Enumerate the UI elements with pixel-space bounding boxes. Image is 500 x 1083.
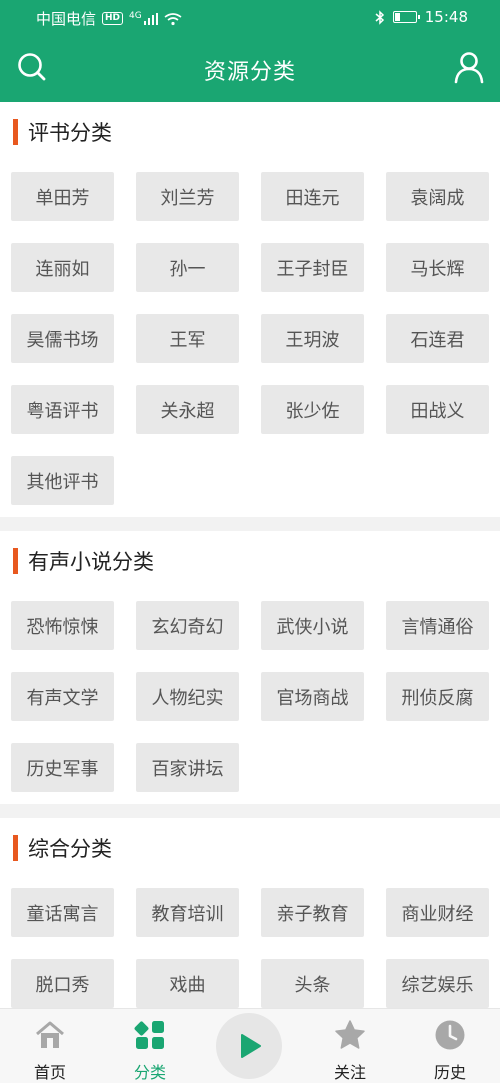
tab-label: 首页 — [33, 1063, 66, 1082]
section-title: 评书分类 — [28, 121, 112, 145]
tab-home[interactable]: 首页 — [10, 1009, 90, 1083]
category-tag[interactable]: 关永超 — [136, 385, 239, 434]
category-tag[interactable]: 官场商战 — [261, 672, 364, 721]
tag-grid: 单田芳 刘兰芳 田连元 袁阔成 连丽如 孙一 王子封臣 马长辉 昊儒书场 王军 … — [0, 162, 500, 517]
battery-icon — [392, 11, 420, 23]
section-marker — [13, 119, 18, 145]
clock-icon — [435, 1020, 465, 1050]
category-tag[interactable]: 田连元 — [261, 172, 364, 221]
category-tag[interactable]: 童话寓言 — [11, 888, 114, 937]
category-tag[interactable]: 王子封臣 — [261, 243, 364, 292]
category-tag[interactable]: 袁阔成 — [386, 172, 489, 221]
tab-category[interactable]: 分类 — [110, 1009, 190, 1083]
category-tag[interactable]: 石连君 — [386, 314, 489, 363]
section-novels: 有声小说分类 恐怖惊悚 玄幻奇幻 武侠小说 言情通俗 有声文学 人物纪实 官场商… — [0, 531, 500, 804]
category-tag[interactable]: 田战义 — [386, 385, 489, 434]
category-tag[interactable]: 刘兰芳 — [136, 172, 239, 221]
tab-label: 关注 — [333, 1063, 366, 1082]
tab-follow[interactable]: 关注 — [310, 1009, 390, 1083]
category-tag[interactable]: 其他评书 — [11, 456, 114, 505]
user-icon — [454, 52, 484, 84]
category-tag[interactable]: 头条 — [261, 959, 364, 1008]
tag-grid: 童话寓言 教育培训 亲子教育 商业财经 脱口秀 戏曲 头条 综艺娱乐 — [0, 878, 500, 1008]
category-tag[interactable]: 亲子教育 — [261, 888, 364, 937]
section-general: 综合分类 童话寓言 教育培训 亲子教育 商业财经 脱口秀 戏曲 头条 综艺娱乐 — [0, 818, 500, 1008]
signal-icon — [143, 12, 158, 25]
category-tag[interactable]: 昊儒书场 — [11, 314, 114, 363]
category-tag[interactable]: 粤语评书 — [11, 385, 114, 434]
category-tag[interactable]: 马长辉 — [386, 243, 489, 292]
section-header: 有声小说分类 — [0, 531, 500, 591]
tab-label: 分类 — [133, 1063, 166, 1082]
section-header: 评书分类 — [0, 102, 500, 162]
category-tag[interactable]: 孙一 — [136, 243, 239, 292]
category-tag[interactable]: 百家讲坛 — [136, 743, 239, 792]
section-divider — [0, 804, 500, 818]
category-tag[interactable]: 教育培训 — [136, 888, 239, 937]
hd-badge: HD — [102, 12, 124, 25]
category-tag[interactable]: 人物纪实 — [136, 672, 239, 721]
section-header: 综合分类 — [0, 818, 500, 878]
status-bar: 中国电信 HD 4G 15:48 — [0, 0, 500, 34]
section-marker — [13, 548, 18, 574]
category-icon — [134, 1021, 164, 1049]
carrier-name: 中国电信 — [36, 10, 97, 28]
category-tag[interactable]: 戏曲 — [136, 959, 239, 1008]
category-tag[interactable]: 综艺娱乐 — [386, 959, 489, 1008]
category-tag[interactable]: 商业财经 — [386, 888, 489, 937]
section-title: 有声小说分类 — [28, 550, 154, 574]
category-list: 评书分类 单田芳 刘兰芳 田连元 袁阔成 连丽如 孙一 王子封臣 马长辉 昊儒书… — [0, 102, 500, 1008]
clock-time: 15:48 — [424, 8, 468, 26]
category-tag[interactable]: 连丽如 — [11, 243, 114, 292]
category-tag[interactable]: 言情通俗 — [386, 601, 489, 650]
bluetooth-icon — [375, 9, 384, 25]
tab-history[interactable]: 历史 — [410, 1009, 490, 1083]
nav-bar: 资源分类 — [0, 34, 500, 102]
bottom-tab-bar: 首页 分类 关注 历史 — [0, 1008, 500, 1083]
category-tag[interactable]: 武侠小说 — [261, 601, 364, 650]
category-tag[interactable]: 张少佐 — [261, 385, 364, 434]
user-button[interactable] — [452, 50, 486, 84]
section-divider — [0, 517, 500, 531]
section-marker — [13, 835, 18, 861]
tag-grid: 恐怖惊悚 玄幻奇幻 武侠小说 言情通俗 有声文学 人物纪实 官场商战 刑侦反腐 … — [0, 591, 500, 804]
star-icon — [335, 1020, 365, 1049]
play-icon — [241, 1034, 261, 1058]
page-title: 资源分类 — [203, 60, 296, 85]
network-type: 4G — [129, 10, 142, 21]
header: 中国电信 HD 4G 15:48 资源分类 — [0, 0, 500, 102]
category-tag[interactable]: 刑侦反腐 — [386, 672, 489, 721]
category-tag[interactable]: 脱口秀 — [11, 959, 114, 1008]
category-tag[interactable]: 王军 — [136, 314, 239, 363]
section-title: 综合分类 — [28, 837, 112, 861]
home-icon — [36, 1021, 64, 1048]
category-tag[interactable]: 王玥波 — [261, 314, 364, 363]
category-tag[interactable]: 玄幻奇幻 — [136, 601, 239, 650]
play-button[interactable] — [216, 1013, 282, 1079]
section-pingshu: 评书分类 单田芳 刘兰芳 田连元 袁阔成 连丽如 孙一 王子封臣 马长辉 昊儒书… — [0, 102, 500, 517]
category-tag[interactable]: 单田芳 — [11, 172, 114, 221]
category-tag[interactable]: 历史军事 — [11, 743, 114, 792]
tab-label: 历史 — [433, 1063, 466, 1082]
category-tag[interactable]: 恐怖惊悚 — [11, 601, 114, 650]
wifi-icon — [164, 12, 182, 25]
category-tag[interactable]: 有声文学 — [11, 672, 114, 721]
